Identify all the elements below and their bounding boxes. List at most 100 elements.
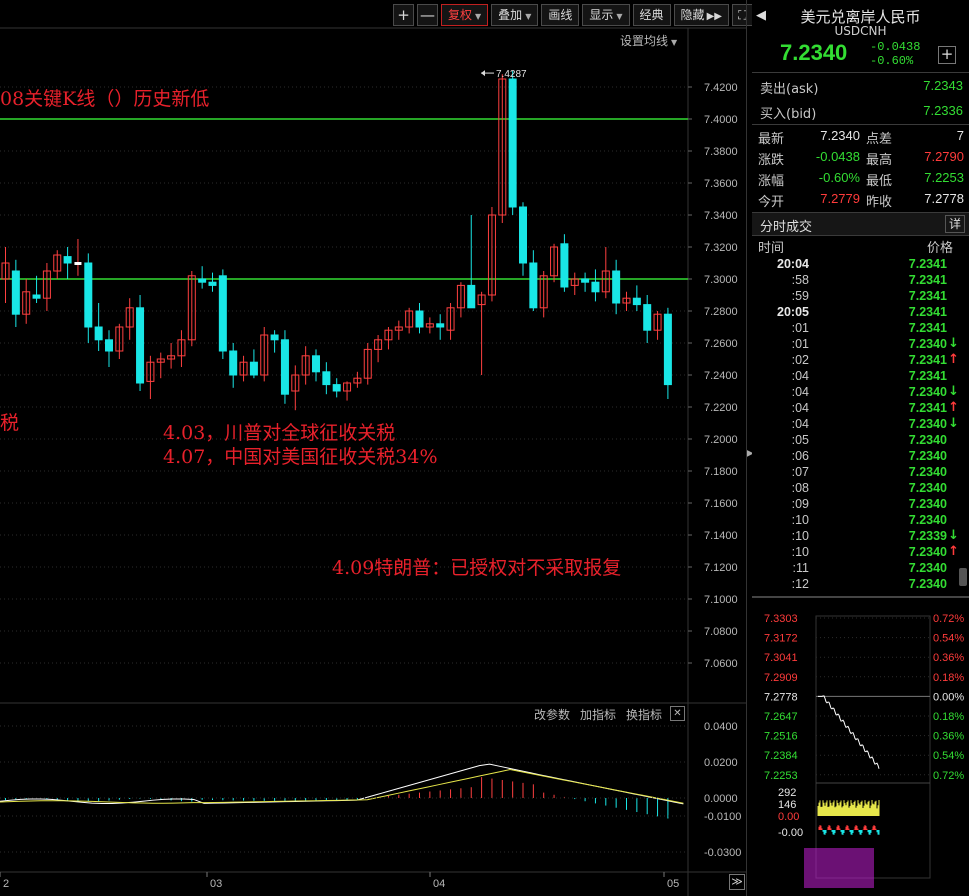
spread-value: 7 [956, 128, 964, 143]
hide-button[interactable]: 隐藏 ▶▶ [673, 4, 729, 26]
candle-body [508, 78, 517, 208]
display-dropdown[interactable]: 显示 ▼ [582, 4, 630, 26]
candle-body [136, 307, 145, 384]
tick-time: :11 [792, 561, 809, 575]
close-icon[interactable]: ✕ [670, 706, 685, 721]
tick-time: :09 [791, 497, 809, 511]
fullscreen-icon[interactable]: ⛶ [731, 4, 753, 26]
tick-price: 7.2341 [908, 321, 947, 335]
date-axis-label: 2 [3, 878, 9, 890]
tick-price: 7.2340 [908, 577, 947, 591]
pct-value: -0.60% [818, 170, 860, 185]
col-price: 价格 [926, 241, 953, 256]
tick-row: 20:04 7.2341 [752, 256, 969, 272]
candle-body [105, 339, 113, 352]
tick-row: :58 7.2341 [752, 272, 969, 288]
candle-body [643, 304, 652, 331]
tick-time: :08 [791, 481, 809, 495]
price-axis-label: 7.3800 [704, 146, 738, 158]
tick-price: 7.2340 [908, 481, 947, 495]
candle-body [280, 339, 289, 395]
ask-value: 7.2343 [923, 78, 963, 93]
tick-price: 7.2341 [908, 353, 947, 367]
price-axis-label: 7.3200 [704, 242, 738, 254]
bid-label: 买入(bid) [760, 107, 817, 122]
date-axis-label: 05 [667, 878, 679, 890]
mini-vol-label: 0.00 [778, 811, 799, 823]
detail-button[interactable]: 详 [945, 215, 965, 233]
candle-body [208, 281, 217, 286]
price-axis-label: 7.2600 [704, 338, 738, 350]
chart-toolbar: + — 复权 ▼ 叠加 ▼ 画线 显示 ▼ 经典 隐藏 ▶▶ ⛶ [393, 4, 756, 26]
zoom-out-button[interactable]: — [417, 4, 438, 26]
tick-row: :12 7.2340 [752, 576, 969, 592]
tick-row: :04 7.2341 [752, 368, 969, 384]
ma-setting-dropdown[interactable]: 设置均线 ▼ [620, 32, 677, 49]
tick-row: :02 7.2341 ↑ [752, 352, 969, 368]
arrow-up-icon: ↑ [948, 544, 959, 559]
tick-time: :01 [791, 337, 809, 351]
mini-right-label: 0.00% [933, 691, 964, 703]
tick-time: :05 [791, 433, 809, 447]
candle-doji [74, 262, 82, 265]
tick-price: 7.2340 [908, 385, 947, 399]
mini-right-label: 0.36% [933, 652, 964, 664]
tick-time: :59 [791, 289, 809, 303]
zoom-in-button[interactable]: + [393, 4, 414, 26]
tick-row: :06 7.2340 [752, 448, 969, 464]
price-axis-label: 7.4000 [704, 114, 738, 126]
classic-button[interactable]: 经典 [632, 4, 671, 26]
price-axis-label: 7.3000 [704, 274, 738, 286]
pct-label: 涨幅 [758, 174, 785, 189]
mini-left-label: 7.2253 [764, 770, 798, 782]
tick-price: 7.2340 [908, 497, 947, 511]
add-indicator-link[interactable]: 加指标 [580, 706, 616, 723]
mini-left-label: 7.2909 [764, 672, 798, 684]
panel-divider [746, 0, 747, 896]
overlay-dropdown[interactable]: 叠加 ▼ [491, 4, 539, 26]
candle-body [218, 275, 227, 352]
mini-right-label: 0.54% [933, 750, 964, 762]
draw-line-button[interactable]: 画线 [541, 4, 580, 26]
tick-time: :10 [791, 545, 809, 559]
candle-body [249, 361, 258, 376]
mini-right-label: 0.72% [933, 613, 964, 625]
intraday-price-line [818, 695, 880, 769]
symbol-code: USDCNH [834, 24, 887, 38]
fuquan-dropdown[interactable]: 复权 ▼ [441, 4, 489, 26]
tick-price: 7.2340 [908, 417, 947, 431]
tick-time: :04 [791, 401, 809, 415]
chevron-down-icon: ▼ [475, 12, 482, 21]
tick-row: :04 7.2340 ↓ [752, 384, 969, 400]
tick-row: :10 7.2339 ↓ [752, 528, 969, 544]
tick-list[interactable]: 20:04 7.2341:58 7.2341:59 7.2341 20:05 7.2341… [752, 256, 969, 592]
tick-price: 7.2341 [908, 401, 947, 415]
scroll-right-button[interactable]: ≫ [729, 874, 745, 890]
tick-row: :10 7.2340 [752, 512, 969, 528]
spread-label: 点差 [866, 132, 893, 147]
candle-body [84, 262, 93, 328]
mini-right-label: 0.72% [933, 770, 964, 782]
add-watchlist-button[interactable]: + [938, 46, 956, 64]
display-label: 显示 [589, 8, 614, 22]
price-axis-label: 7.4200 [704, 82, 738, 94]
price-axis-label: 7.3600 [704, 178, 738, 190]
tick-time: :12 [791, 577, 809, 591]
tick-price: 7.2340 [908, 513, 947, 527]
date-axis-label: 04 [433, 878, 445, 890]
indicator-axis-label: 0.0400 [704, 721, 738, 733]
tick-row: :07 7.2340 [752, 464, 969, 480]
tick-scrollbar[interactable] [959, 568, 967, 586]
intraday-chart[interactable]: 7.3303 0.72% 7.3172 0.54% 7.3041 0.36% 7.2909 0… [752, 598, 969, 896]
price-axis-label: 7.1800 [704, 466, 738, 478]
overlay-label: 叠加 [498, 8, 523, 22]
change-params-link[interactable]: 改参数 [534, 706, 570, 723]
change-percent: -0.60% [870, 54, 914, 68]
tick-row: :04 7.2340 ↓ [752, 416, 969, 432]
switch-indicator-link[interactable]: 换指标 [626, 706, 662, 723]
annotation-china-tariff: 4.07，中国对美国征收关税34% [163, 446, 438, 468]
mini-right-label: 0.18% [933, 711, 964, 723]
tick-time: :01 [791, 321, 809, 335]
candle-body [332, 384, 341, 392]
tick-price: 7.2341 [908, 273, 947, 287]
